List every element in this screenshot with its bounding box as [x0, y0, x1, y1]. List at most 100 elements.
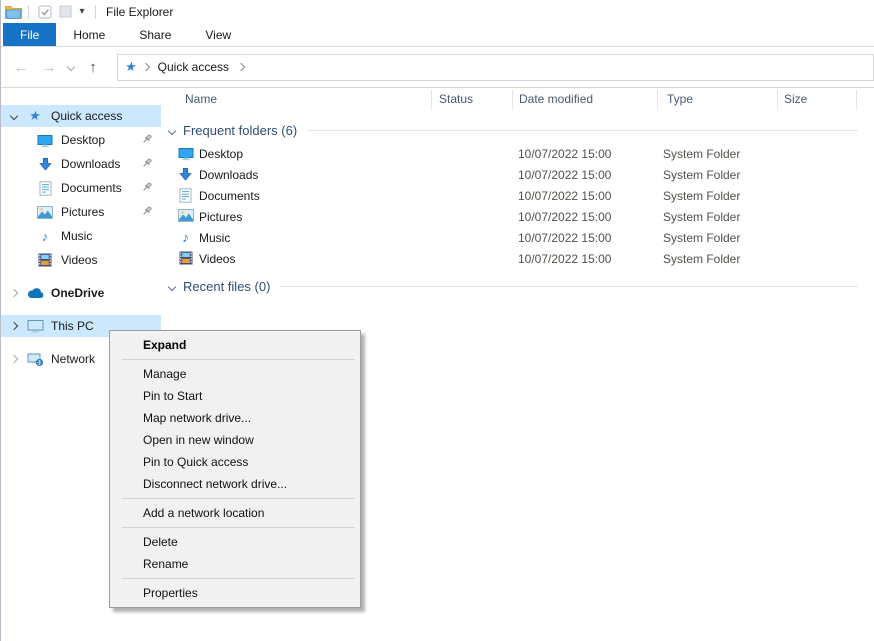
column-header-size[interactable]: Size — [784, 92, 807, 106]
tab-view[interactable]: View — [188, 23, 248, 46]
column-header-status[interactable]: Status — [439, 92, 473, 106]
chevron-right-icon[interactable] — [10, 289, 18, 297]
pin-icon — [141, 205, 153, 220]
sidebar-item-videos[interactable]: Videos — [1, 249, 161, 271]
chevron-down-icon[interactable] — [168, 126, 176, 134]
menu-item-manage[interactable]: Manage — [110, 363, 360, 385]
file-type: System Folder — [663, 189, 740, 203]
tab-file[interactable]: File — [3, 23, 56, 46]
music-note-icon: ♪ — [35, 230, 55, 243]
menu-item-pin-to-start[interactable]: Pin to Start — [110, 385, 360, 407]
menu-item-open-in-new-window[interactable]: Open in new window — [110, 429, 360, 451]
navigation-bar: ← → ↑ ★ Quick access — [1, 47, 874, 88]
breadcrumb-chevron-icon[interactable] — [141, 63, 149, 71]
menu-item-add-a-network-location[interactable]: Add a network location — [110, 502, 360, 524]
context-menu: Expand Manage Pin to Start Map network d… — [109, 330, 361, 608]
file-name: Desktop — [199, 147, 243, 161]
file-date-modified: 10/07/2022 15:00 — [518, 252, 611, 266]
address-bar[interactable]: ★ Quick access — [117, 54, 874, 81]
qat-customize-dropdown-icon[interactable]: ▾ — [75, 2, 89, 21]
chevron-down-icon[interactable] — [10, 112, 18, 120]
file-name: Downloads — [199, 168, 258, 182]
menu-item-expand[interactable]: Expand — [110, 334, 360, 356]
ribbon-tabs: File Home Share View — [1, 23, 874, 47]
file-row-downloads[interactable]: Downloads 10/07/2022 15:00 System Folder — [161, 165, 874, 186]
sidebar-item-onedrive[interactable]: OneDrive — [1, 282, 161, 304]
titlebar-separator — [28, 5, 29, 19]
up-button[interactable]: ↑ — [79, 59, 107, 76]
breadcrumb-chevron-icon[interactable] — [237, 63, 245, 71]
group-header-frequent-folders[interactable]: Frequent folders (6) — [169, 123, 858, 138]
group-rule — [307, 130, 858, 131]
file-row-pictures[interactable]: Pictures 10/07/2022 15:00 System Folder — [161, 207, 874, 228]
sidebar-item-label: Quick access — [51, 109, 122, 123]
file-date-modified: 10/07/2022 15:00 — [518, 231, 611, 245]
menu-separator — [122, 498, 355, 499]
sidebar-item-documents[interactable]: Documents — [1, 177, 161, 199]
titlebar: ▾ File Explorer — [1, 0, 874, 23]
menu-item-delete[interactable]: Delete — [110, 531, 360, 553]
tab-home[interactable]: Home — [56, 23, 122, 46]
window-title: File Explorer — [106, 5, 173, 19]
file-explorer-window: ▾ File Explorer File Home Share View ← →… — [0, 0, 874, 641]
file-name: Videos — [199, 252, 235, 266]
qat-new-folder-icon[interactable] — [55, 2, 75, 21]
titlebar-separator — [95, 5, 96, 19]
sidebar-item-desktop[interactable]: Desktop — [1, 129, 161, 151]
column-header-date-modified[interactable]: Date modified — [519, 92, 593, 106]
column-header-type[interactable]: Type — [667, 92, 693, 106]
file-row-desktop[interactable]: Desktop 10/07/2022 15:00 System Folder — [161, 144, 874, 165]
file-row-documents[interactable]: Documents 10/07/2022 15:00 System Folder — [161, 186, 874, 207]
videos-icon — [177, 251, 194, 265]
sidebar-item-label: Documents — [61, 181, 122, 195]
forward-button[interactable]: → — [35, 59, 63, 76]
file-row-videos[interactable]: Videos 10/07/2022 15:00 System Folder — [161, 249, 874, 270]
sidebar-item-label: This PC — [51, 319, 94, 333]
pictures-icon — [35, 206, 55, 219]
menu-item-map-network-drive[interactable]: Map network drive... — [110, 407, 360, 429]
back-button[interactable]: ← — [7, 59, 35, 76]
file-name: Pictures — [199, 210, 242, 224]
videos-icon — [35, 253, 55, 267]
pictures-icon — [177, 209, 194, 222]
group-label: Frequent folders (6) — [183, 123, 297, 138]
file-date-modified: 10/07/2022 15:00 — [518, 168, 611, 182]
sidebar-item-label: Downloads — [61, 157, 120, 171]
column-header-row: Name Status Date modified Type Size — [161, 88, 874, 112]
file-row-music[interactable]: ♪ Music 10/07/2022 15:00 System Folder — [161, 228, 874, 249]
recent-locations-dropdown-icon[interactable] — [63, 64, 79, 70]
file-type: System Folder — [663, 147, 740, 161]
sidebar-item-pictures[interactable]: Pictures — [1, 201, 161, 223]
chevron-right-icon[interactable] — [10, 355, 18, 363]
sidebar-item-label: Music — [61, 229, 92, 243]
sidebar-item-downloads[interactable]: Downloads — [1, 153, 161, 175]
desktop-icon — [177, 146, 194, 161]
file-type: System Folder — [663, 168, 740, 182]
group-header-recent-files[interactable]: Recent files (0) — [169, 279, 858, 294]
file-date-modified: 10/07/2022 15:00 — [518, 189, 611, 203]
menu-item-disconnect-network-drive[interactable]: Disconnect network drive... — [110, 473, 360, 495]
onedrive-cloud-icon — [25, 288, 45, 299]
column-header-name[interactable]: Name — [185, 92, 217, 106]
group-label: Recent files (0) — [183, 279, 270, 294]
sidebar-item-quick-access[interactable]: ★ Quick access — [1, 105, 161, 127]
menu-item-properties[interactable]: Properties — [110, 582, 360, 604]
qat-properties-icon[interactable] — [35, 2, 55, 21]
breadcrumb-location[interactable]: Quick access — [158, 60, 229, 74]
tab-share[interactable]: Share — [122, 23, 188, 46]
sidebar-item-label: OneDrive — [51, 286, 104, 300]
menu-item-pin-to-quick-access[interactable]: Pin to Quick access — [110, 451, 360, 473]
menu-separator — [122, 359, 355, 360]
group-rule — [280, 286, 858, 287]
desktop-icon — [35, 133, 55, 148]
documents-icon — [35, 181, 55, 196]
file-type: System Folder — [663, 252, 740, 266]
menu-separator — [122, 578, 355, 579]
chevron-right-icon[interactable] — [10, 322, 18, 330]
file-date-modified: 10/07/2022 15:00 — [518, 210, 611, 224]
file-date-modified: 10/07/2022 15:00 — [518, 147, 611, 161]
music-note-icon: ♪ — [177, 230, 194, 244]
menu-item-rename[interactable]: Rename — [110, 553, 360, 575]
chevron-down-icon[interactable] — [168, 282, 176, 290]
sidebar-item-music[interactable]: ♪ Music — [1, 225, 161, 247]
